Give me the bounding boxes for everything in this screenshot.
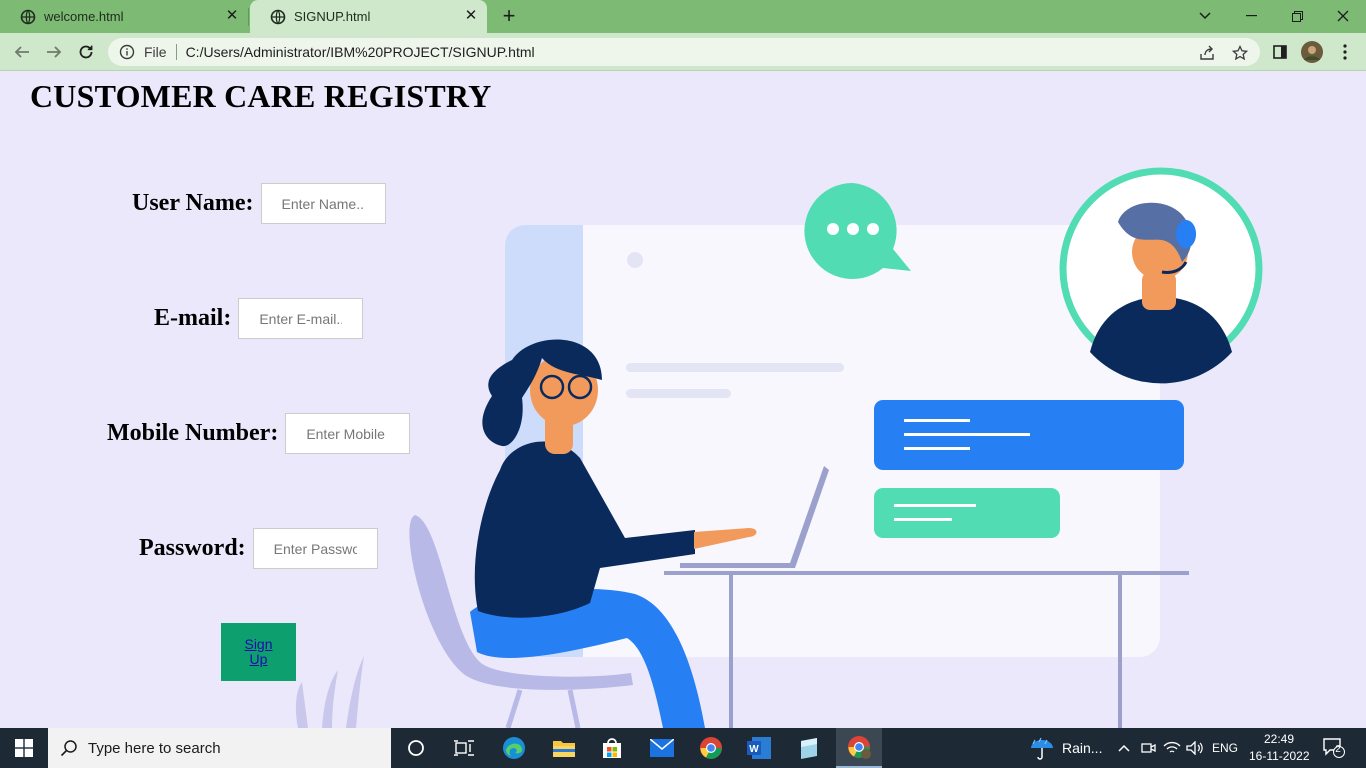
search-icon xyxy=(60,740,77,757)
password-label: Password: xyxy=(139,535,246,561)
taskbar-search-placeholder: Type here to search xyxy=(88,739,221,757)
notification-icon[interactable]: 2 xyxy=(1320,734,1348,762)
address-url[interactable]: C:/Users/Administrator/IBM%20PROJECT/SIG… xyxy=(186,44,535,60)
tab-title: welcome.html xyxy=(44,9,124,24)
language-indicator[interactable]: ENG xyxy=(1212,741,1238,755)
word-icon[interactable]: W xyxy=(745,734,773,762)
store-icon[interactable] xyxy=(598,734,626,762)
mobile-row: Mobile Number: xyxy=(107,413,411,454)
mail-icon[interactable] xyxy=(648,734,676,762)
globe-icon xyxy=(20,9,36,24)
address-divider xyxy=(175,44,177,60)
star-icon[interactable] xyxy=(1231,44,1249,62)
address-bar[interactable]: File C:/Users/Administrator/IBM%20PROJEC… xyxy=(108,38,1260,66)
signup-link[interactable]: Sign Up xyxy=(244,637,274,667)
page-title: CUSTOMER CARE REGISTRY xyxy=(30,78,492,114)
edge-icon[interactable] xyxy=(500,734,528,762)
minimize-button[interactable] xyxy=(1228,2,1274,30)
app-icon[interactable] xyxy=(795,734,823,762)
tab-search-chevron-icon[interactable] xyxy=(1182,2,1228,30)
signup-button[interactable]: Sign Up xyxy=(221,623,296,681)
new-tab-button[interactable]: + xyxy=(497,5,521,29)
close-window-button[interactable] xyxy=(1320,2,1366,30)
username-label: User Name: xyxy=(132,190,254,216)
email-input[interactable] xyxy=(238,298,364,339)
tab-signup[interactable]: SIGNUP.html ✕ xyxy=(250,0,487,33)
svg-text:W: W xyxy=(749,744,759,755)
password-row: Password: xyxy=(139,528,378,569)
tab-strip: welcome.html ✕ SIGNUP.html ✕ + xyxy=(0,0,1366,33)
tab-welcome[interactable]: welcome.html ✕ xyxy=(0,0,248,33)
chrome-icon[interactable] xyxy=(697,734,725,762)
email-row: E-mail: xyxy=(154,298,364,339)
clock-time[interactable]: 22:49 xyxy=(1264,732,1294,746)
avatar[interactable] xyxy=(1300,40,1324,64)
username-input[interactable] xyxy=(260,183,386,224)
password-input[interactable] xyxy=(252,528,378,569)
close-icon[interactable]: ✕ xyxy=(224,8,240,24)
mobile-label: Mobile Number: xyxy=(107,420,279,446)
cortana-icon[interactable] xyxy=(402,734,430,762)
clock-date[interactable]: 16-11-2022 xyxy=(1249,749,1310,763)
tab-title: SIGNUP.html xyxy=(294,9,371,24)
close-icon[interactable]: ✕ xyxy=(463,8,479,24)
task-view-icon[interactable] xyxy=(450,734,478,762)
taskbar-search-box[interactable]: Type here to search xyxy=(48,728,391,768)
restore-button[interactable] xyxy=(1274,2,1320,30)
back-arrow-icon[interactable] xyxy=(10,40,34,64)
reload-icon[interactable] xyxy=(74,40,98,64)
taskbar: Type here to search W Rain... ENG 22:49 … xyxy=(0,728,1366,768)
mobile-input[interactable] xyxy=(285,413,411,454)
username-row: User Name: xyxy=(132,183,386,224)
email-label: E-mail: xyxy=(154,305,232,331)
share-icon[interactable] xyxy=(1198,44,1216,62)
customer-care-illustration xyxy=(295,167,1263,728)
weather-icon[interactable] xyxy=(1028,734,1056,762)
volume-icon[interactable] xyxy=(1181,734,1209,762)
weather-text[interactable]: Rain... xyxy=(1062,740,1102,756)
windows-start-icon[interactable] xyxy=(0,728,48,768)
forward-arrow-icon[interactable] xyxy=(42,40,66,64)
info-icon[interactable] xyxy=(119,44,135,60)
address-scheme: File xyxy=(144,44,167,60)
side-panel-icon[interactable] xyxy=(1268,40,1292,64)
tab-divider xyxy=(248,8,249,26)
kebab-menu-icon[interactable] xyxy=(1333,40,1357,64)
file-explorer-icon[interactable] xyxy=(550,734,578,762)
chrome-active-icon[interactable] xyxy=(836,728,882,768)
globe-icon xyxy=(270,9,286,24)
notification-count: 2 xyxy=(1335,744,1341,755)
browser-toolbar: File C:/Users/Administrator/IBM%20PROJEC… xyxy=(0,33,1366,71)
